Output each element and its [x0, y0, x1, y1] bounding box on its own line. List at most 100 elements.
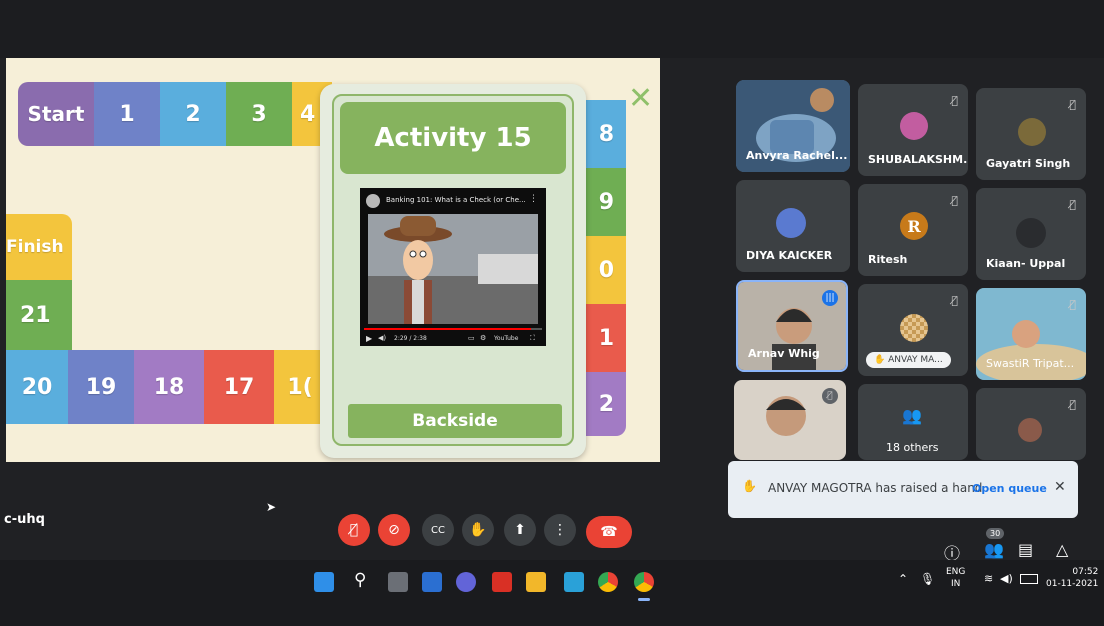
chrome-icon[interactable]	[598, 572, 618, 592]
participant-tile[interactable]: 🎙̸ SwastiR Tripat...	[976, 288, 1086, 380]
active-app-indicator	[638, 598, 650, 601]
chat-app-icon[interactable]	[456, 572, 476, 592]
notification-text: ANVAY MAGOTRA has raised a hand	[768, 481, 983, 495]
chat-icon[interactable]: ▤	[1018, 540, 1033, 559]
activity-title: Activity 15	[340, 102, 566, 174]
mic-off-icon: 🎙̸	[951, 194, 958, 207]
end-call-icon: ☎	[600, 524, 618, 540]
others-tile[interactable]: 👥 18 others	[858, 384, 968, 460]
mic-off-icon: 🎙̸	[1069, 298, 1076, 311]
mic-off-icon: 🎙̸	[1069, 398, 1076, 411]
participant-name: DIYA KAICKER	[746, 249, 833, 262]
language-code: ENG	[946, 567, 966, 577]
board-cell: 1(	[274, 350, 326, 424]
raise-hand-button[interactable]: ✋	[462, 514, 494, 546]
present-button[interactable]: ⬆	[504, 514, 536, 546]
activity-card: Activity 15 Backside Banking 101: What i…	[320, 84, 586, 458]
captions-icon: CC	[431, 524, 445, 536]
raise-hand-icon: ✋	[874, 355, 889, 365]
mic-off-icon: 🎙̸	[951, 294, 958, 307]
raise-hand-icon: ✋	[469, 522, 487, 538]
participant-tile[interactable]: 🎙̸ Kiaan- Uppal	[976, 188, 1086, 280]
mic-tray-icon[interactable]: 🎙	[920, 572, 935, 586]
camera-off-button[interactable]: ⊘	[378, 514, 410, 546]
video-title: Banking 101: What is a Check (or Che...	[386, 196, 526, 204]
settings-icon[interactable]: ⚙	[480, 334, 486, 342]
participant-tile-speaking[interactable]: ||| Arnav Whig	[736, 280, 848, 372]
participant-name: SHUBALAKSHM...	[868, 153, 968, 166]
participant-tile[interactable]: 🎙̸ R Ritesh	[858, 184, 968, 276]
more-icon: ⋮	[553, 522, 567, 538]
play-icon[interactable]: ▶	[366, 334, 372, 343]
battery-icon[interactable]	[1020, 574, 1038, 584]
pdf-app-icon[interactable]	[492, 572, 512, 592]
fullscreen-icon[interactable]: ⛶	[530, 334, 535, 343]
speaker-icon[interactable]: ◀)	[1000, 572, 1013, 585]
mouse-cursor-icon: ➤	[266, 500, 277, 514]
captions-toggle-icon[interactable]: ▭	[468, 334, 475, 342]
board-cell-finish: Finish	[6, 214, 72, 280]
store-icon[interactable]	[564, 572, 584, 592]
chrome-active-icon[interactable]	[634, 572, 654, 592]
clock-date: 01-11-2021	[1046, 579, 1099, 589]
board-cell: 20	[6, 350, 68, 424]
raised-hand-notification: ✋ ANVAY MAGOTRA has raised a hand Open q…	[728, 461, 1078, 518]
raise-hand-icon: ✋	[742, 479, 757, 493]
video-controls[interactable]: ▶ ◀) 2:29 / 2:38 ▭ ⚙ YouTube ⛶	[360, 328, 546, 346]
task-view-icon[interactable]	[388, 572, 408, 592]
raised-hand-chip: ✋ ANVAY MA...	[866, 352, 951, 368]
more-options-button[interactable]: ⋮	[544, 514, 576, 546]
board-cell: 19	[68, 350, 134, 424]
end-call-button[interactable]: ☎	[586, 516, 632, 548]
participant-name: Gayatri Singh	[986, 157, 1071, 170]
clock[interactable]: 07:52 01-11-2021	[1046, 566, 1098, 590]
present-icon: ⬆	[514, 522, 526, 538]
open-queue-button[interactable]: Open queue	[972, 482, 1047, 495]
chevron-up-icon[interactable]: ⌃	[898, 572, 908, 586]
meet-screen: Start 1 2 3 4 8 9 0 1 2 Finish 21 20 19 …	[0, 0, 1104, 626]
volume-icon[interactable]: ◀)	[378, 334, 386, 342]
close-icon[interactable]: ✕	[1054, 479, 1066, 495]
close-icon[interactable]: ✕	[628, 84, 653, 114]
avatar	[1016, 218, 1046, 248]
channel-avatar	[366, 194, 380, 208]
avatar	[900, 314, 928, 342]
participant-name: Arnav Whig	[748, 347, 820, 360]
participant-tile[interactable]: 🎙̸ Gayatri Singh	[976, 88, 1086, 180]
mic-off-icon: 🎙̸	[951, 94, 958, 107]
participant-tile[interactable]: 🎙̸	[976, 388, 1086, 460]
video-player[interactable]: Banking 101: What is a Check (or Che... …	[360, 188, 546, 346]
participant-tile[interactable]: 🎙̸	[734, 380, 846, 460]
search-icon[interactable]: ⚲	[354, 570, 366, 590]
backside-button[interactable]: Backside	[348, 404, 562, 438]
board-cell: 1	[94, 82, 160, 146]
windows-start-icon[interactable]	[314, 572, 334, 592]
mic-off-icon: 🎙̸	[1069, 198, 1076, 211]
activities-icon[interactable]: △	[1056, 540, 1068, 559]
kebab-menu-icon[interactable]: ⋮	[529, 194, 538, 204]
others-count: 18 others	[886, 441, 939, 454]
participant-tile[interactable]: DIYA KAICKER	[736, 180, 850, 272]
wifi-icon[interactable]: ≋	[984, 572, 993, 585]
participant-tile[interactable]: 🎙̸ ✋ ANVAY MA...	[858, 284, 968, 376]
file-explorer-icon[interactable]	[526, 572, 546, 592]
group-avatar-icon: 👥	[902, 406, 922, 425]
board-cell: 17	[204, 350, 274, 424]
participant-name: ANVAY MA...	[888, 355, 943, 365]
board-cell: 2	[160, 82, 226, 146]
progress-bar[interactable]	[364, 328, 542, 330]
widgets-icon[interactable]	[422, 572, 442, 592]
mic-off-button[interactable]: 🎙̸	[338, 514, 370, 546]
board-cell: 3	[226, 82, 292, 146]
language-indicator[interactable]: ENG IN	[946, 566, 965, 590]
captions-button[interactable]: CC	[422, 514, 454, 546]
mic-off-icon: 🎙̸	[1069, 98, 1076, 111]
youtube-logo[interactable]: YouTube	[494, 335, 518, 342]
avatar	[1018, 418, 1042, 442]
camera-off-icon: ⊘	[388, 522, 400, 538]
participant-name: Ritesh	[868, 253, 908, 266]
mic-off-icon: 🎙̸	[349, 522, 359, 538]
participant-tile[interactable]: Anvyra Rachel...	[736, 80, 850, 172]
participant-tile[interactable]: 🎙̸ SHUBALAKSHM...	[858, 84, 968, 176]
participant-name: Kiaan- Uppal	[986, 257, 1066, 270]
